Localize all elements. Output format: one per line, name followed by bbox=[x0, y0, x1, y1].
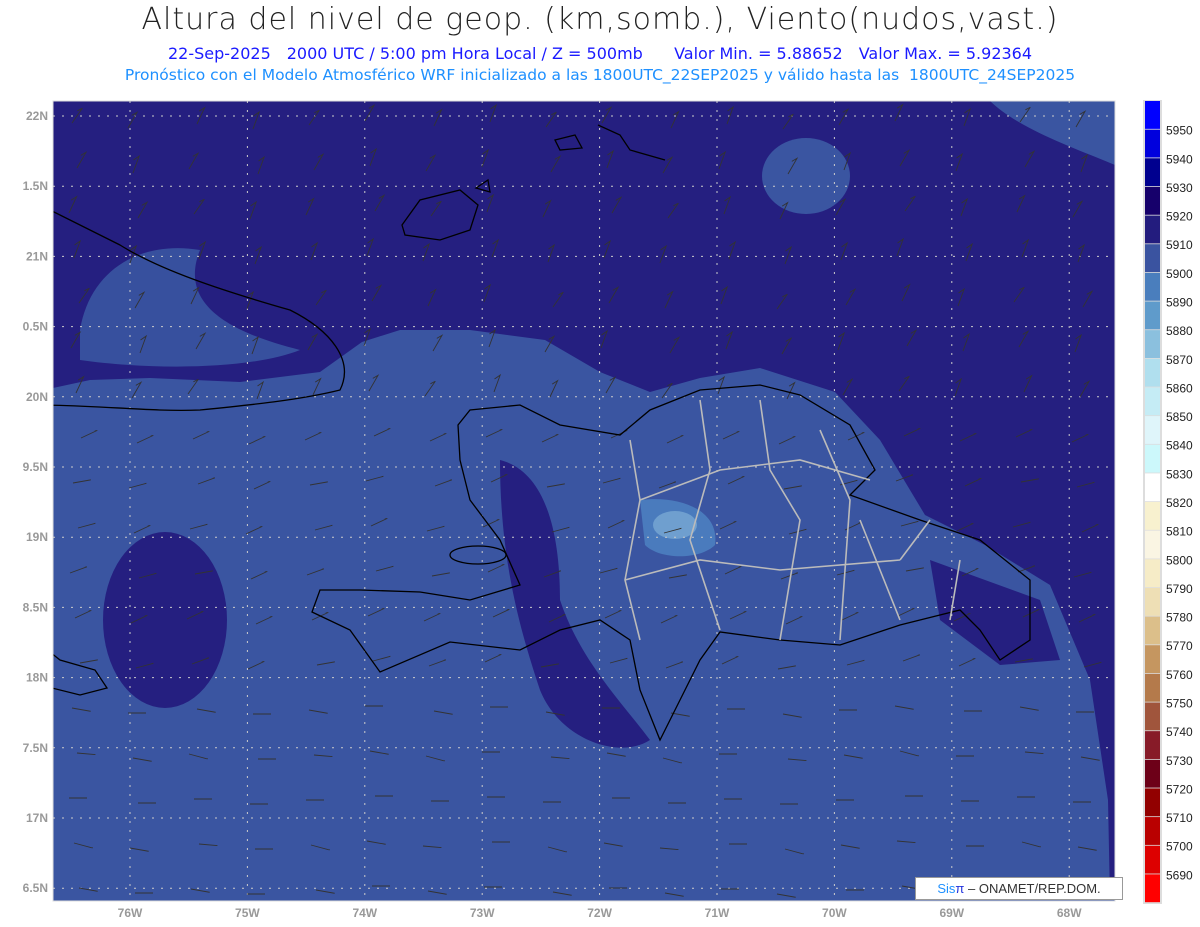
lat-label: 20N bbox=[26, 390, 48, 404]
colorbar-segment bbox=[1145, 101, 1160, 129]
colorbar-segment bbox=[1145, 444, 1160, 473]
colorbar-segment bbox=[1145, 330, 1160, 358]
colorbar-label: 5910 bbox=[1166, 238, 1193, 252]
colorbar-segment bbox=[1145, 129, 1160, 158]
colorbar-segment bbox=[1145, 645, 1160, 674]
logo-text: – ONAMET/REP.DOM. bbox=[967, 881, 1101, 896]
colorbar-label: 5830 bbox=[1166, 467, 1193, 481]
colorbar-label: 5760 bbox=[1166, 668, 1193, 682]
colorbar-segment bbox=[1145, 186, 1160, 215]
forecast-info-line: 22-Sep-2025 2000 UTC / 5:00 pm Hora Local… bbox=[0, 44, 1200, 63]
latitude-labels: 22N 1.5N 21N 0.5N 20N 9.5N 19N 8.5N 18N 7.5N 17N 6.… bbox=[23, 109, 48, 895]
colorbar-segment bbox=[1145, 673, 1160, 702]
colorbar-segment bbox=[1145, 874, 1160, 903]
lat-label: 0.5N bbox=[23, 320, 48, 334]
map-title: Altura del nivel de geop. (km,somb.), Vi… bbox=[141, 2, 1059, 37]
colorbar-segment bbox=[1145, 702, 1160, 731]
max-value: Valor Max. = 5.92364 bbox=[858, 44, 1033, 63]
colorbar-label: 5700 bbox=[1166, 840, 1193, 854]
colorbar-label: 5940 bbox=[1166, 152, 1193, 166]
min-value: Valor Min. = 5.88652 bbox=[674, 44, 843, 63]
logo-sis: Sis bbox=[937, 881, 956, 896]
lon-label: 74W bbox=[352, 906, 377, 920]
colorbar-segment bbox=[1145, 473, 1160, 502]
geopotential-map: 22N 1.5N 21N 0.5N 20N 9.5N 19N 8.5N 18N 7.5N 17N 6.… bbox=[23, 100, 1193, 920]
sispi-onamet-logo: Sisπ – ONAMET/REP.DOM. bbox=[915, 877, 1123, 900]
colorbar-label: 5790 bbox=[1166, 582, 1193, 596]
logo-pi: π bbox=[955, 881, 965, 896]
longitude-labels: 76W 75W 74W 73W 72W 71W 70W 69W 68W bbox=[118, 906, 1083, 920]
lon-label: 76W bbox=[118, 906, 143, 920]
colorbar-label: 5840 bbox=[1166, 439, 1193, 453]
colorbar-label: 5740 bbox=[1166, 725, 1193, 739]
height-field-medium-blob bbox=[762, 138, 850, 214]
lat-label: 17N bbox=[26, 811, 48, 825]
colorbar-label: 5890 bbox=[1166, 296, 1193, 310]
colorbar-segment bbox=[1145, 158, 1160, 187]
colorbar-segment bbox=[1145, 530, 1160, 559]
colorbar-label: 5780 bbox=[1166, 611, 1193, 625]
colorbar-segment bbox=[1145, 358, 1160, 387]
colorbar-segment bbox=[1145, 244, 1160, 273]
colorbar-label: 5730 bbox=[1166, 754, 1193, 768]
colorbar-label: 5880 bbox=[1166, 324, 1193, 338]
colorbar-label: 5860 bbox=[1166, 381, 1193, 395]
colorbar-label: 5930 bbox=[1166, 181, 1193, 195]
forecast-time: 2000 UTC / 5:00 pm Hora Local / Z = 500m… bbox=[286, 44, 643, 63]
colorbar-label: 5920 bbox=[1166, 210, 1193, 224]
colorbar-label: 5950 bbox=[1166, 124, 1193, 138]
lat-label: 9.5N bbox=[23, 460, 48, 474]
lon-label: 68W bbox=[1057, 906, 1082, 920]
colorbar-segment bbox=[1145, 731, 1160, 759]
colorbar-label: 5690 bbox=[1166, 868, 1193, 882]
lat-label: 8.5N bbox=[23, 600, 48, 614]
colorbar: 5950 5940 5930 5920 5910 5900 5890 5880 5870 5860… bbox=[1143, 100, 1193, 904]
colorbar-label: 5870 bbox=[1166, 353, 1193, 367]
map-field bbox=[53, 101, 1115, 901]
height-field-lighter-patch bbox=[653, 511, 697, 539]
height-field-dark-oval bbox=[103, 532, 227, 708]
colorbar-label: 5750 bbox=[1166, 697, 1193, 711]
lat-label: 21N bbox=[26, 249, 48, 263]
colorbar-segment bbox=[1145, 502, 1160, 530]
colorbar-label: 5800 bbox=[1166, 553, 1193, 567]
colorbar-segment bbox=[1145, 616, 1160, 645]
lon-label: 71W bbox=[705, 906, 730, 920]
lon-label: 70W bbox=[822, 906, 847, 920]
lon-label: 72W bbox=[587, 906, 612, 920]
colorbar-label: 5850 bbox=[1166, 410, 1193, 424]
colorbar-label: 5710 bbox=[1166, 811, 1193, 825]
lat-label: 19N bbox=[26, 530, 48, 544]
colorbar-label: 5770 bbox=[1166, 639, 1193, 653]
colorbar-segment bbox=[1145, 759, 1160, 788]
colorbar-label: 5820 bbox=[1166, 496, 1193, 510]
colorbar-segment bbox=[1145, 301, 1160, 330]
colorbar-segment bbox=[1145, 587, 1160, 616]
colorbar-label: 5720 bbox=[1166, 782, 1193, 796]
forecast-date: 22-Sep-2025 bbox=[167, 44, 271, 63]
lon-label: 69W bbox=[939, 906, 964, 920]
lat-label: 18N bbox=[26, 671, 48, 685]
model-info-line: Pronóstico con el Modelo Atmosférico WRF… bbox=[124, 66, 1076, 84]
colorbar-segment bbox=[1145, 272, 1160, 301]
colorbar-label: 5810 bbox=[1166, 525, 1193, 539]
colorbar-segment bbox=[1145, 215, 1160, 244]
colorbar-label: 5900 bbox=[1166, 267, 1193, 281]
lat-label: 1.5N bbox=[23, 179, 48, 193]
lon-label: 73W bbox=[470, 906, 495, 920]
lat-label: 6.5N bbox=[23, 881, 48, 895]
lat-label: 7.5N bbox=[23, 741, 48, 755]
colorbar-segment bbox=[1145, 559, 1160, 588]
colorbar-segment bbox=[1145, 845, 1160, 874]
lon-label: 75W bbox=[235, 906, 260, 920]
colorbar-segment bbox=[1145, 817, 1160, 845]
colorbar-segment bbox=[1145, 387, 1160, 416]
colorbar-segment bbox=[1145, 416, 1160, 444]
lat-label: 22N bbox=[26, 109, 48, 123]
colorbar-segment bbox=[1145, 788, 1160, 817]
